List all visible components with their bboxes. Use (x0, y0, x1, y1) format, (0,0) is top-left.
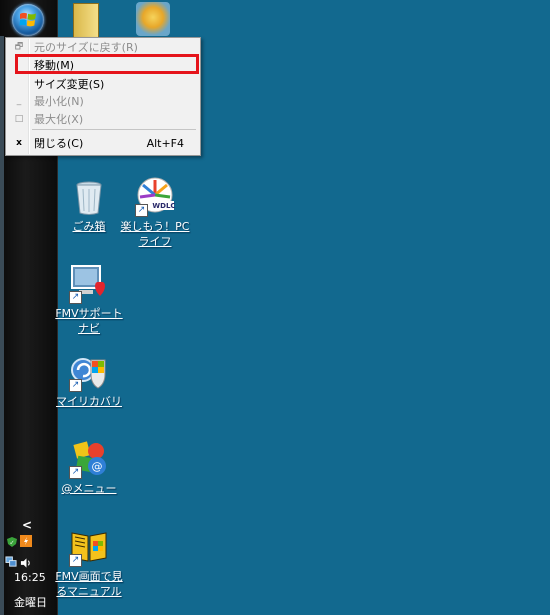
menu-item-label: サイズ変更(S) (34, 78, 105, 91)
menu-item-shortcut: Alt+F4 (146, 137, 184, 150)
desktop-icon-my-recovery[interactable]: ↗ マイリカバリ (51, 352, 127, 409)
menu-item-resize[interactable]: サイズ変更(S) (7, 76, 199, 93)
menu-item-label: 閉じる(C) (34, 137, 84, 150)
desktop-icon-manual[interactable]: ↗ FMV画面で見るマニュアル (51, 527, 127, 599)
shortcut-arrow-icon: ↗ (69, 379, 82, 392)
at-menu-icon: @ ↗ (69, 439, 109, 479)
windows-logo-icon (19, 12, 36, 27)
menu-separator (32, 129, 196, 130)
clock-day[interactable]: 金曜日 (14, 594, 47, 610)
desktop-icon-label: @メニュー (61, 482, 117, 495)
shield-icon[interactable]: ✓ (6, 536, 18, 548)
minimize-icon: _ (16, 96, 22, 106)
desktop-icon-pc-life[interactable]: WDLC ↗ 楽しもう！PCライフ (117, 177, 193, 249)
desktop-icon-label: ごみ箱 (72, 220, 106, 233)
menu-item-close[interactable]: x 閉じる(C) Alt+F4 (7, 135, 199, 152)
recycle-bin-icon (69, 177, 109, 217)
desktop-icon-label: FMVサポートナビ (55, 307, 123, 335)
svg-text:WDLC: WDLC (152, 202, 175, 210)
network-icon[interactable] (5, 556, 17, 568)
desktop-icon-at-menu[interactable]: @ ↗ @メニュー (51, 439, 127, 496)
shortcut-arrow-icon: ↗ (69, 291, 82, 304)
shortcut-arrow-icon: ↗ (135, 204, 148, 217)
update-icon[interactable] (20, 535, 32, 547)
desktop-icon-label: マイリカバリ (56, 395, 122, 408)
desktop-icon-label: 楽しもう！PCライフ (120, 220, 190, 248)
wdlc-icon: WDLC ↗ (135, 177, 176, 217)
menu-item-label: 最大化(X) (34, 113, 84, 126)
shortcut-arrow-icon: ↗ (69, 554, 82, 567)
highlight-annotation (15, 54, 199, 74)
manual-icon: ↗ (69, 527, 109, 567)
clock-time[interactable]: 16:25 (14, 571, 46, 584)
tray-expand-icon[interactable]: < (22, 518, 32, 532)
support-navi-icon: ↗ (69, 264, 109, 304)
taskbar-edge (0, 36, 4, 615)
app-icon[interactable] (136, 2, 170, 36)
maximize-icon: □ (14, 114, 24, 124)
folder-icon[interactable] (73, 3, 99, 39)
desktop-icon-support-navi[interactable]: ↗ FMVサポートナビ (51, 264, 127, 336)
desktop-icon-recycle-bin[interactable]: ごみ箱 (51, 177, 127, 234)
volume-icon[interactable] (20, 557, 32, 569)
menu-item-maximize[interactable]: □ 最大化(X) (7, 111, 199, 128)
svg-text:@: @ (92, 460, 103, 473)
svg-text:✓: ✓ (9, 540, 14, 547)
my-recovery-icon: ↗ (69, 352, 109, 392)
desktop-icon-label: FMV画面で見るマニュアル (55, 570, 123, 598)
menu-item-minimize[interactable]: _ 最小化(N) (7, 93, 199, 110)
start-button[interactable] (12, 4, 44, 36)
close-icon: x (16, 138, 22, 148)
menu-item-label: 最小化(N) (34, 95, 84, 108)
shortcut-arrow-icon: ↗ (69, 466, 82, 479)
